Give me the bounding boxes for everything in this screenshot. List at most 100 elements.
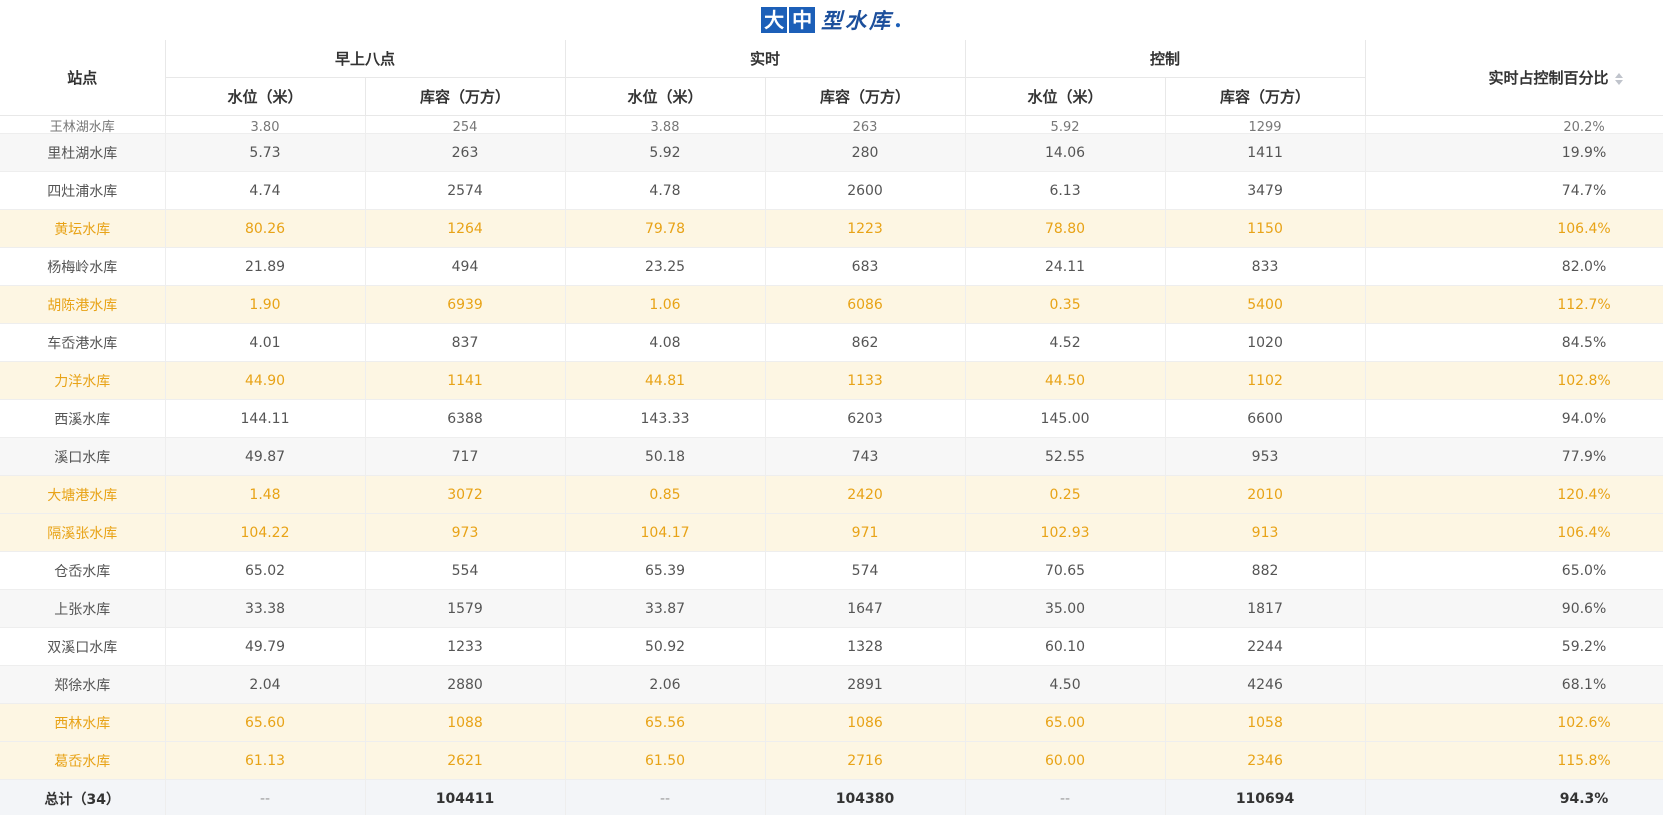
control-level-cell: 24.11 [965, 247, 1166, 286]
control-level-cell: 44.50 [965, 361, 1166, 400]
realtime-capacity-cell: 6086 [765, 285, 966, 324]
table-row[interactable]: 西林水库 65.60 1088 65.56 1086 65.00 1058 102.6% [0, 703, 1663, 742]
morning-level-cell: 2.04 [165, 665, 366, 704]
realtime-capacity-cell: 263 [765, 115, 966, 134]
title-char-box-2: 中 [789, 7, 816, 33]
control-capacity-cell: 1299 [1165, 115, 1366, 134]
pct-cell: 74.7% [1365, 171, 1663, 210]
table-row[interactable]: 王林湖水库 3.80 254 3.88 263 5.92 1299 20.2% [0, 115, 1663, 134]
table-row[interactable]: 西溪水库 144.11 6388 143.33 6203 145.00 6600 94.0% [0, 399, 1663, 438]
morning-capacity-cell: 494 [365, 247, 566, 286]
station-name-cell: 西溪水库 [0, 399, 166, 438]
station-name-cell: 隔溪张水库 [0, 513, 166, 552]
morning-level-cell: 49.87 [165, 437, 366, 476]
reservoir-table-wrapper[interactable]: 站点 早上八点 实时 控制 实时占控制百分比 水位（米） 库容（万方） 水位（米… [0, 40, 1663, 815]
realtime-capacity-cell: 2420 [765, 475, 966, 514]
table-row[interactable]: 隔溪张水库 104.22 973 104.17 971 102.93 913 106.4% [0, 513, 1663, 552]
header-pct-label: 实时占控制百分比 [1488, 69, 1609, 87]
control-capacity-cell: 2244 [1165, 627, 1366, 666]
morning-level-cell: 65.60 [165, 703, 366, 742]
pct-cell: 120.4% [1365, 475, 1663, 514]
control-capacity-cell: 1020 [1165, 323, 1366, 362]
control-capacity-cell: 3479 [1165, 171, 1366, 210]
sort-icon[interactable] [1614, 72, 1623, 86]
table-row[interactable]: 仓岙水库 65.02 554 65.39 574 70.65 882 65.0% [0, 551, 1663, 590]
table-row[interactable]: 车岙港水库 4.01 837 4.08 862 4.52 1020 84.5% [0, 323, 1663, 362]
realtime-level-cell: 3.88 [565, 115, 766, 134]
table-row[interactable]: 上张水库 33.38 1579 33.87 1647 35.00 1817 90.6% [0, 589, 1663, 628]
control-level-cell: 60.00 [965, 741, 1166, 780]
realtime-level-cell: 33.87 [565, 589, 766, 628]
table-row[interactable]: 溪口水库 49.87 717 50.18 743 52.55 953 77.9% [0, 437, 1663, 476]
table-row[interactable]: 杨梅岭水库 21.89 494 23.25 683 24.11 833 82.0% [0, 247, 1663, 286]
table-row[interactable]: 大塘港水库 1.48 3072 0.85 2420 0.25 2010 120.4% [0, 475, 1663, 514]
title-text: 型水库 [821, 8, 894, 33]
realtime-capacity-cell: 2600 [765, 171, 966, 210]
morning-level-cell: 144.11 [165, 399, 366, 438]
control-level-cell: 60.10 [965, 627, 1166, 666]
reservoir-table: 站点 早上八点 实时 控制 实时占控制百分比 水位（米） 库容（万方） 水位（米… [0, 40, 1663, 815]
control-capacity-cell: 5400 [1165, 285, 1366, 324]
realtime-level-cell: 61.50 [565, 741, 766, 780]
total-row: 总计（34） -- 104411 -- 104380 -- 110694 94.3% [0, 779, 1663, 815]
table-row[interactable]: 黄坛水库 80.26 1264 79.78 1223 78.80 1150 106.4% [0, 209, 1663, 248]
control-level-cell: 5.92 [965, 115, 1166, 134]
control-capacity-cell: 913 [1165, 513, 1366, 552]
control-capacity-cell: 833 [1165, 247, 1366, 286]
control-capacity-cell: 2346 [1165, 741, 1366, 780]
morning-level-cell: 4.01 [165, 323, 366, 362]
station-name-cell: 仓岙水库 [0, 551, 166, 590]
pct-cell: 20.2% [1365, 115, 1663, 134]
table-row[interactable]: 胡陈港水库 1.90 6939 1.06 6086 0.35 5400 112.7% [0, 285, 1663, 324]
realtime-capacity-cell: 862 [765, 323, 966, 362]
pct-cell: 19.9% [1365, 133, 1663, 172]
station-name-cell: 大塘港水库 [0, 475, 166, 514]
realtime-capacity-cell: 1223 [765, 209, 966, 248]
realtime-capacity-cell: 1133 [765, 361, 966, 400]
pct-cell: 112.7% [1365, 285, 1663, 324]
pct-cell: 77.9% [1365, 437, 1663, 476]
morning-capacity-cell: 6388 [365, 399, 566, 438]
station-name-cell: 黄坛水库 [0, 209, 166, 248]
morning-capacity-cell: 1088 [365, 703, 566, 742]
total-control-level-cell: -- [965, 779, 1166, 815]
table-row[interactable]: 葛岙水库 61.13 2621 61.50 2716 60.00 2346 115.8% [0, 741, 1663, 780]
header-group-control: 控制 [965, 40, 1366, 78]
control-level-cell: 52.55 [965, 437, 1166, 476]
station-name-cell: 四灶浦水库 [0, 171, 166, 210]
control-level-cell: 78.80 [965, 209, 1166, 248]
morning-capacity-cell: 2621 [365, 741, 566, 780]
realtime-level-cell: 44.81 [565, 361, 766, 400]
table-row[interactable]: 郑徐水库 2.04 2880 2.06 2891 4.50 4246 68.1% [0, 665, 1663, 704]
pct-cell: 68.1% [1365, 665, 1663, 704]
realtime-capacity-cell: 280 [765, 133, 966, 172]
control-level-cell: 4.50 [965, 665, 1166, 704]
morning-level-cell: 61.13 [165, 741, 366, 780]
station-name-cell: 西林水库 [0, 703, 166, 742]
morning-capacity-cell: 1264 [365, 209, 566, 248]
title-bar: 大 中 型水库 . [0, 0, 1663, 40]
table-row[interactable]: 力洋水库 44.90 1141 44.81 1133 44.50 1102 102.8% [0, 361, 1663, 400]
header-pct-sortable[interactable]: 实时占控制百分比 [1365, 40, 1663, 116]
realtime-level-cell: 4.08 [565, 323, 766, 362]
station-name-cell: 葛岙水库 [0, 741, 166, 780]
control-capacity-cell: 1058 [1165, 703, 1366, 742]
control-level-cell: 6.13 [965, 171, 1166, 210]
page: 大 中 型水库 . 站点 早上八点 实时 控制 实时占控制百分比 水位（米） 库… [0, 0, 1663, 815]
morning-level-cell: 65.02 [165, 551, 366, 590]
control-capacity-cell: 1817 [1165, 589, 1366, 628]
control-level-cell: 0.35 [965, 285, 1166, 324]
table-header: 站点 早上八点 实时 控制 实时占控制百分比 水位（米） 库容（万方） 水位（米… [0, 40, 1663, 116]
control-level-cell: 65.00 [965, 703, 1166, 742]
header-control-capacity: 库容（万方） [1165, 77, 1366, 116]
total-morning-level-cell: -- [165, 779, 366, 815]
table-row[interactable]: 四灶浦水库 4.74 2574 4.78 2600 6.13 3479 74.7% [0, 171, 1663, 210]
pct-cell: 106.4% [1365, 513, 1663, 552]
table-row[interactable]: 双溪口水库 49.79 1233 50.92 1328 60.10 2244 59.2% [0, 627, 1663, 666]
header-morning-capacity: 库容（万方） [365, 77, 566, 116]
table-row[interactable]: 里杜湖水库 5.73 263 5.92 280 14.06 1411 19.9% [0, 133, 1663, 172]
total-realtime-level-cell: -- [565, 779, 766, 815]
morning-level-cell: 80.26 [165, 209, 366, 248]
realtime-level-cell: 0.85 [565, 475, 766, 514]
pct-cell: 82.0% [1365, 247, 1663, 286]
